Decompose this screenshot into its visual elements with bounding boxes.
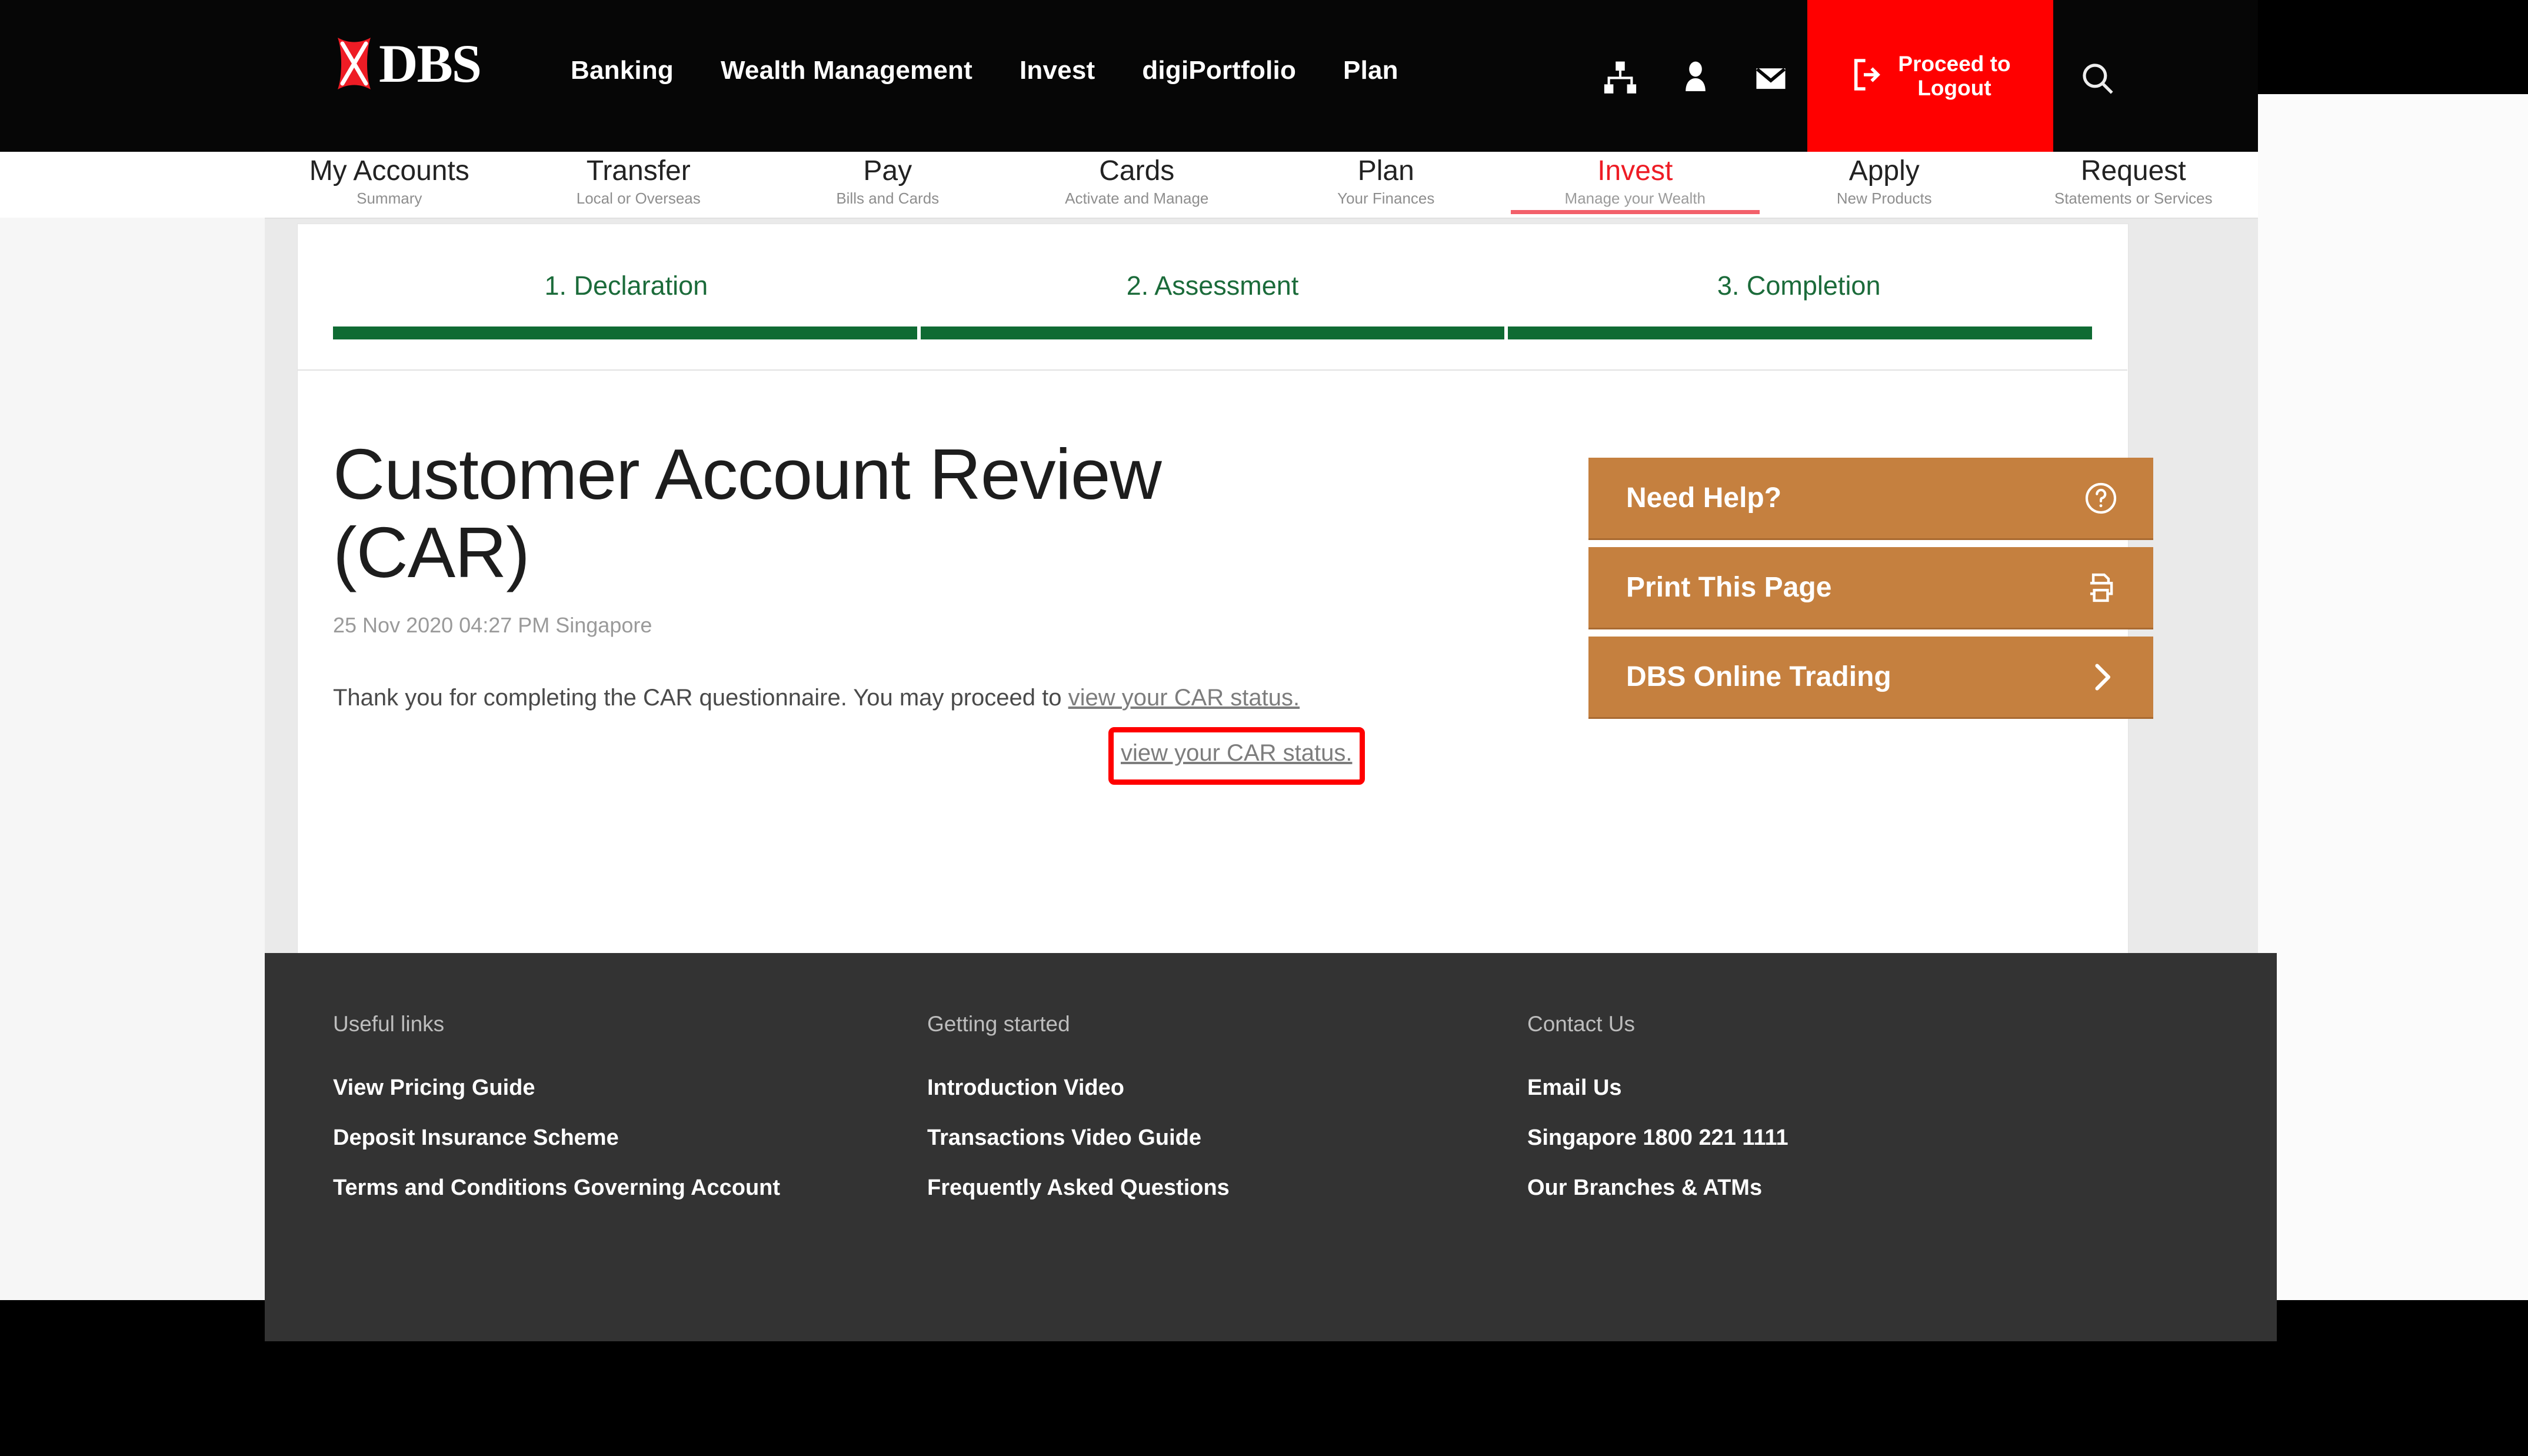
- main-content: Customer Account Review (CAR) 25 Nov 202…: [333, 435, 1451, 711]
- subnav-subtitle: New Products: [1836, 189, 1932, 207]
- page-title-line2: (CAR): [333, 512, 530, 592]
- active-tab-underline: [1510, 210, 1760, 214]
- footer-link-deposit-insurance-scheme[interactable]: Deposit Insurance Scheme: [333, 1125, 927, 1151]
- view-car-status-link[interactable]: view your CAR status.: [1121, 740, 1356, 767]
- footer-column-getting-started: Getting started Introduction Video Trans…: [927, 1012, 1527, 1225]
- primary-nav: Banking Wealth Management Invest digiPor…: [547, 56, 1422, 85]
- footer-link-our-branches-and-atms[interactable]: Our Branches & ATMs: [1527, 1175, 2216, 1201]
- mail-envelope-icon[interactable]: [1733, 46, 1808, 111]
- footer-heading: Useful links: [333, 1012, 445, 1036]
- side-action-panel: Need Help? Print This Page DBS Online Tr…: [1588, 458, 2153, 726]
- print-this-page-button[interactable]: Print This Page: [1588, 547, 2153, 629]
- subnav-subtitle: Statements or Services: [2054, 189, 2213, 207]
- subnav-title: Invest: [1597, 155, 1673, 186]
- subnav-item-cards[interactable]: Cards Activate and Manage: [1012, 152, 1262, 214]
- topnav-item-digiportfolio[interactable]: digiPortfolio: [1118, 56, 1320, 85]
- subnav-title: Cards: [1099, 155, 1175, 186]
- page-timestamp: 25 Nov 2020 04:27 PM Singapore: [333, 612, 652, 637]
- proceed-to-logout-button[interactable]: Proceed to Logout: [1807, 0, 2053, 152]
- dbs-x-logo-icon: [331, 36, 378, 91]
- question-circle-icon: [2083, 480, 2119, 517]
- subnav-title: Apply: [1848, 155, 1920, 186]
- confirmation-message: Thank you for completing the CAR questio…: [333, 685, 1451, 711]
- user-profile-icon[interactable]: [1658, 46, 1733, 111]
- secondary-nav: My Accounts Summary Transfer Local or Ov…: [265, 152, 2258, 219]
- subnav-subtitle: Bills and Cards: [836, 189, 940, 207]
- sitemap-icon[interactable]: [1583, 46, 1658, 111]
- page-title-line1: Customer Account Review: [333, 434, 1162, 514]
- need-help-label: Need Help?: [1626, 482, 1782, 514]
- search-icon[interactable]: [2059, 46, 2136, 111]
- step-label-assessment: 2. Assessment: [1126, 271, 1299, 301]
- subnav-subtitle: Summary: [357, 189, 422, 207]
- view-car-status-link-inline[interactable]: view your CAR status.: [1068, 685, 1300, 711]
- subnav-item-my-accounts[interactable]: My Accounts Summary: [265, 152, 514, 214]
- footer-link-terms-and-conditions[interactable]: Terms and Conditions Governing Account: [333, 1175, 927, 1201]
- footer-column-useful-links: Useful links View Pricing Guide Deposit …: [333, 1012, 927, 1225]
- subnav-item-pay[interactable]: Pay Bills and Cards: [763, 152, 1012, 214]
- subnav-item-request[interactable]: Request Statements or Services: [2009, 152, 2259, 214]
- page-bottom-letterbox: [0, 1341, 2528, 1456]
- site-footer: Useful links View Pricing Guide Deposit …: [265, 953, 2277, 1341]
- subnav-item-invest[interactable]: Invest Manage your Wealth: [1510, 152, 1760, 214]
- subnav-title: My Accounts: [309, 155, 469, 186]
- progress-segment-1: [333, 326, 917, 339]
- topnav-item-wealth-management[interactable]: Wealth Management: [697, 56, 996, 85]
- footer-link-frequently-asked-questions[interactable]: Frequently Asked Questions: [927, 1175, 1527, 1201]
- printer-icon: [2083, 569, 2119, 606]
- subnav-title: Plan: [1357, 155, 1414, 186]
- progress-bar: [333, 326, 2093, 339]
- need-help-button[interactable]: Need Help?: [1588, 458, 2153, 540]
- page-title: Customer Account Review (CAR): [333, 435, 1451, 592]
- dbs-online-trading-button[interactable]: DBS Online Trading: [1588, 637, 2153, 719]
- subnav-title: Request: [2080, 155, 2186, 186]
- footer-link-email-us[interactable]: Email Us: [1527, 1075, 2216, 1101]
- step-label-declaration: 1. Declaration: [544, 271, 708, 301]
- subnav-item-apply[interactable]: Apply New Products: [1760, 152, 2009, 214]
- progress-segment-3: [1508, 326, 2093, 339]
- footer-link-singapore-hotline[interactable]: Singapore 1800 221 1111: [1527, 1125, 2216, 1151]
- dbs-brand[interactable]: DBS: [331, 34, 482, 94]
- subnav-subtitle: Manage your Wealth: [1564, 189, 1706, 207]
- card-divider: [298, 369, 2127, 371]
- subnav-subtitle: Local or Overseas: [576, 189, 701, 207]
- header-icon-group: [1583, 46, 1808, 111]
- progress-stepper: 1. Declaration 2. Assessment 3. Completi…: [298, 247, 2127, 365]
- dbs-online-trading-label: DBS Online Trading: [1626, 661, 1891, 692]
- background-panel-left: [0, 218, 271, 1300]
- footer-heading: Contact Us: [1527, 1012, 1636, 1036]
- print-this-page-label: Print This Page: [1626, 572, 1832, 603]
- step-label-completion: 3. Completion: [1717, 271, 1881, 301]
- subnav-subtitle: Activate and Manage: [1065, 189, 1209, 207]
- topnav-item-plan[interactable]: Plan: [1320, 56, 1422, 85]
- logout-arrow-icon: [1850, 56, 1887, 96]
- chevron-right-icon: [2083, 659, 2119, 695]
- footer-link-transactions-video-guide[interactable]: Transactions Video Guide: [927, 1125, 1527, 1151]
- dbs-wordmark: DBS: [379, 34, 482, 94]
- topnav-item-banking[interactable]: Banking: [547, 56, 697, 85]
- subnav-title: Pay: [863, 155, 912, 186]
- subnav-item-plan[interactable]: Plan Your Finances: [1261, 152, 1511, 214]
- footer-column-contact-us: Contact Us Email Us Singapore 1800 221 1…: [1527, 1012, 2216, 1225]
- top-header-bar: DBS Banking Wealth Management Invest dig…: [0, 0, 2258, 152]
- background-panel-right: [2258, 94, 2528, 1300]
- subnav-subtitle: Your Finances: [1337, 189, 1435, 207]
- footer-heading: Getting started: [927, 1012, 1070, 1036]
- confirmation-message-text: Thank you for completing the CAR questio…: [333, 684, 1068, 711]
- background-panel-left-strip: [0, 153, 277, 219]
- footer-link-view-pricing-guide[interactable]: View Pricing Guide: [333, 1075, 927, 1101]
- logout-label: Proceed to Logout: [1898, 51, 2011, 100]
- topnav-item-invest[interactable]: Invest: [996, 56, 1118, 85]
- footer-link-introduction-video[interactable]: Introduction Video: [927, 1075, 1527, 1101]
- progress-segment-2: [920, 326, 1505, 339]
- subnav-title: Transfer: [586, 155, 691, 186]
- subnav-item-transfer[interactable]: Transfer Local or Overseas: [514, 152, 764, 214]
